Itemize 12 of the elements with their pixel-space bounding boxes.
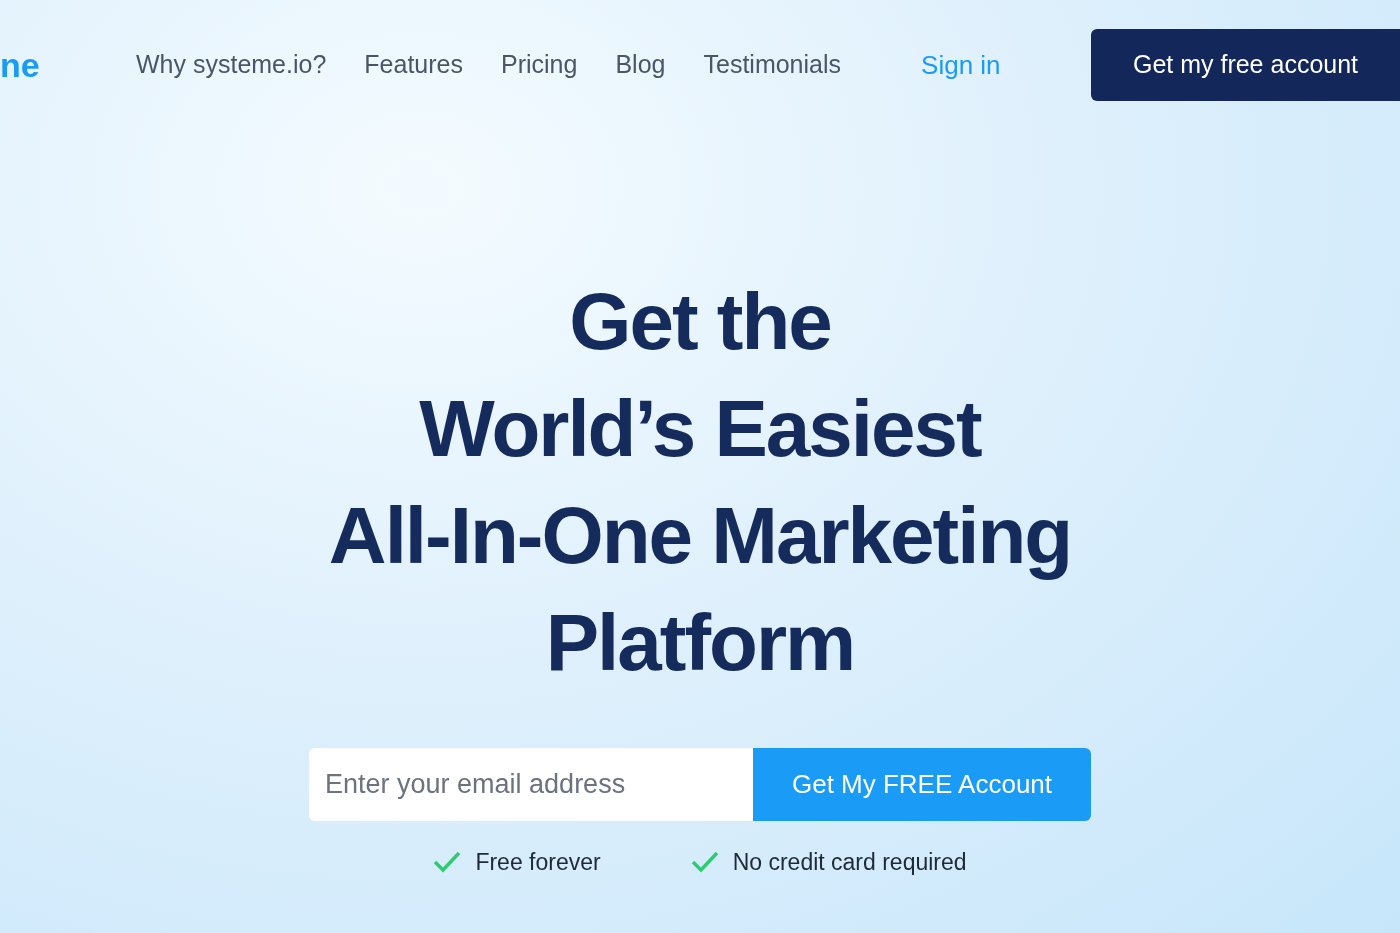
nav-link[interactable]: Pricing bbox=[501, 46, 578, 84]
perk-text: Free forever bbox=[475, 848, 601, 877]
check-icon bbox=[433, 851, 462, 874]
email-field[interactable]: Enter your email address bbox=[309, 748, 753, 821]
get-account-button[interactable]: Get my free account bbox=[1091, 29, 1400, 101]
nav-link[interactable]: Why systeme.io? bbox=[136, 46, 327, 84]
headline: Get the World’s Easiest All-In-One Marketing Platform bbox=[328, 276, 1072, 689]
nav-link[interactable]: Features bbox=[364, 46, 463, 84]
nav-link[interactable]: Blog bbox=[615, 46, 666, 84]
perk-text: No credit card required bbox=[732, 848, 967, 877]
nav-link[interactable]: Testimonials bbox=[703, 46, 842, 84]
check-icon bbox=[690, 851, 719, 874]
